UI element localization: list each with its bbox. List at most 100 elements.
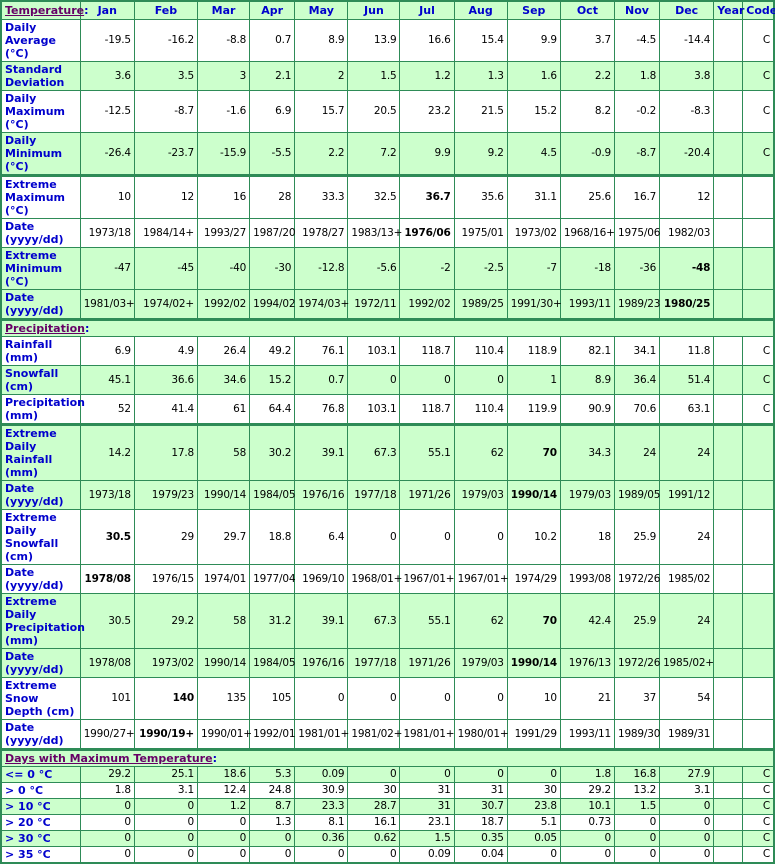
cell-dec: 1989/31: [659, 719, 715, 750]
cell-aug: -2.5: [453, 247, 508, 290]
cell-may: 8.1: [294, 814, 349, 831]
cell-apr: 18.8: [249, 509, 296, 565]
cell-oct: 1979/03: [559, 480, 615, 510]
table-row-date-yyyy-dd: Date (yyyy/dd) 1973/18 1979/23 1990/14 1984/…: [0, 480, 775, 510]
cell-code: C: [742, 365, 775, 395]
cell-jan: 1978/08: [79, 648, 135, 678]
cell-mar: -40: [196, 247, 251, 290]
cell-apr: 105: [249, 677, 296, 720]
cell-feb: 0: [133, 830, 198, 847]
cell-sep: 1990/14: [506, 648, 561, 678]
row-label: Extreme Daily Precipitation (mm): [0, 593, 85, 649]
row-label: Extreme Maximum (°C): [0, 174, 81, 219]
cell-jan: 6.9: [79, 336, 135, 366]
cell-sep: 23.8: [506, 798, 561, 815]
cell-may: 1978/27: [294, 218, 349, 248]
cell-year: [713, 846, 744, 864]
cell-code: [742, 677, 775, 720]
cell-jul: 1971/26: [399, 480, 455, 510]
cell-year: [713, 480, 744, 510]
cell-nov: 37: [613, 677, 661, 720]
cell-apr: 8.7: [249, 798, 296, 815]
table-row-0-c: > 0 °C 1.8 3.1 12.4 24.8 30.9 30 31 31 30 29.2 13.2…: [0, 782, 775, 799]
cell-jun: 20.5: [347, 90, 401, 133]
cell-feb: 1984/14+: [133, 218, 198, 248]
cell-year: [713, 90, 744, 133]
cell-jul: 55.1: [399, 593, 455, 649]
cell-dec: 24: [659, 509, 715, 565]
cell-jun: 0: [347, 509, 401, 565]
cell-nov: 1975/06: [613, 218, 660, 248]
cell-aug: 31: [453, 782, 508, 799]
cell-mar: 12.4: [196, 782, 251, 799]
table-row-30-c: > 30 °C 0 0 0 0 0.36 0.62 1.5 0.35 0.05 0 0 0 C: [0, 830, 775, 847]
cell-code: [742, 218, 775, 248]
cell-jul: 0.09: [399, 846, 455, 864]
cell-apr: 6.9: [249, 90, 296, 133]
cell-feb: 0: [133, 846, 198, 864]
cell-code: C: [742, 846, 775, 864]
cell-nov: 16.7: [613, 174, 661, 219]
cell-sep: 1991/29: [506, 719, 561, 750]
cell-year: [713, 593, 744, 649]
cell-apr: -30: [249, 247, 296, 290]
cell-apr: 31.2: [249, 593, 296, 649]
cell-may: 0.09: [294, 766, 349, 783]
cell-nov: 24: [613, 423, 661, 481]
section-link-days-with-maximum-temperature[interactable]: Days with Maximum Temperature: [5, 752, 213, 765]
cell-nov: 34.1: [613, 336, 661, 366]
cell-oct: 8.9: [559, 365, 615, 395]
cell-dec: 11.8: [659, 336, 715, 366]
cell-oct: -0.9: [559, 132, 615, 176]
cell-nov: 0: [613, 846, 661, 864]
cell-apr: 28: [249, 174, 296, 219]
column-header-aug: Aug: [453, 0, 508, 20]
cell-sep: 4.5: [506, 132, 561, 176]
cell-oct: 1993/11: [559, 719, 615, 750]
cell-aug: 1980/01+: [453, 719, 509, 750]
cell-jan: 10: [79, 174, 135, 219]
cell-nov: 1989/30: [613, 719, 660, 750]
cell-mar: 135: [196, 677, 251, 720]
column-header-year: Year: [713, 0, 744, 20]
cell-jun: 1.5: [347, 61, 401, 91]
cell-feb: -8.7: [133, 90, 198, 133]
cell-nov: 1.8: [613, 61, 661, 91]
cell-apr: 1984/05: [249, 648, 296, 678]
cell-may: 0: [294, 677, 349, 720]
cell-jul: 16.6: [399, 19, 455, 62]
cell-jan: 1978/08: [79, 564, 135, 594]
table-row-extreme-maximum-c: Extreme Maximum (°C) 10 12 16 28 33.3 32.5 36.7…: [0, 174, 775, 219]
cell-dec: 12: [659, 174, 715, 219]
cell-jan: 30.5: [79, 593, 135, 649]
cell-jun: 0: [347, 766, 401, 783]
cell-sep: 70: [506, 593, 561, 649]
cell-code: C: [742, 19, 775, 62]
cell-apr: 1977/04: [249, 564, 296, 594]
table-row-precipitation-mm: Precipitation (mm) 52 41.4 61 64.4 76.8 103.1 1…: [0, 394, 775, 425]
cell-code: [742, 247, 775, 290]
cell-oct: 82.1: [559, 336, 615, 366]
section-link-temperature[interactable]: Temperature: [5, 4, 84, 17]
cell-jan: 1973/18: [79, 218, 135, 248]
climate-normals-table: Temperature: Jan Feb Mar Apr May Jun Jul Aug Sep O…: [0, 0, 775, 864]
cell-jul: -2: [399, 247, 455, 290]
cell-may: 0.7: [294, 365, 349, 395]
row-label: Standard Deviation: [0, 61, 81, 91]
cell-mar: 1992/02: [196, 289, 251, 320]
cell-dec: -48: [659, 247, 715, 290]
cell-may: 39.1: [294, 593, 349, 649]
section-link-precipitation[interactable]: Precipitation: [5, 322, 85, 335]
section-title-cell: Precipitation:: [0, 318, 775, 337]
cell-may: 0.36: [294, 830, 349, 847]
row-label: <= 0 °C: [0, 766, 81, 783]
cell-aug: 1975/01: [453, 218, 508, 248]
cell-dec: 1985/02: [659, 564, 715, 594]
cell-jan: 52: [79, 394, 135, 425]
cell-mar: 58: [196, 423, 251, 481]
cell-apr: 30.2: [249, 423, 296, 481]
cell-jul: 31: [399, 798, 455, 815]
cell-apr: 15.2: [249, 365, 296, 395]
table-row-date-yyyy-dd: Date (yyyy/dd) 1981/03+ 1974/02+ 1992/02 199…: [0, 289, 775, 320]
cell-aug: 1979/03: [453, 648, 508, 678]
